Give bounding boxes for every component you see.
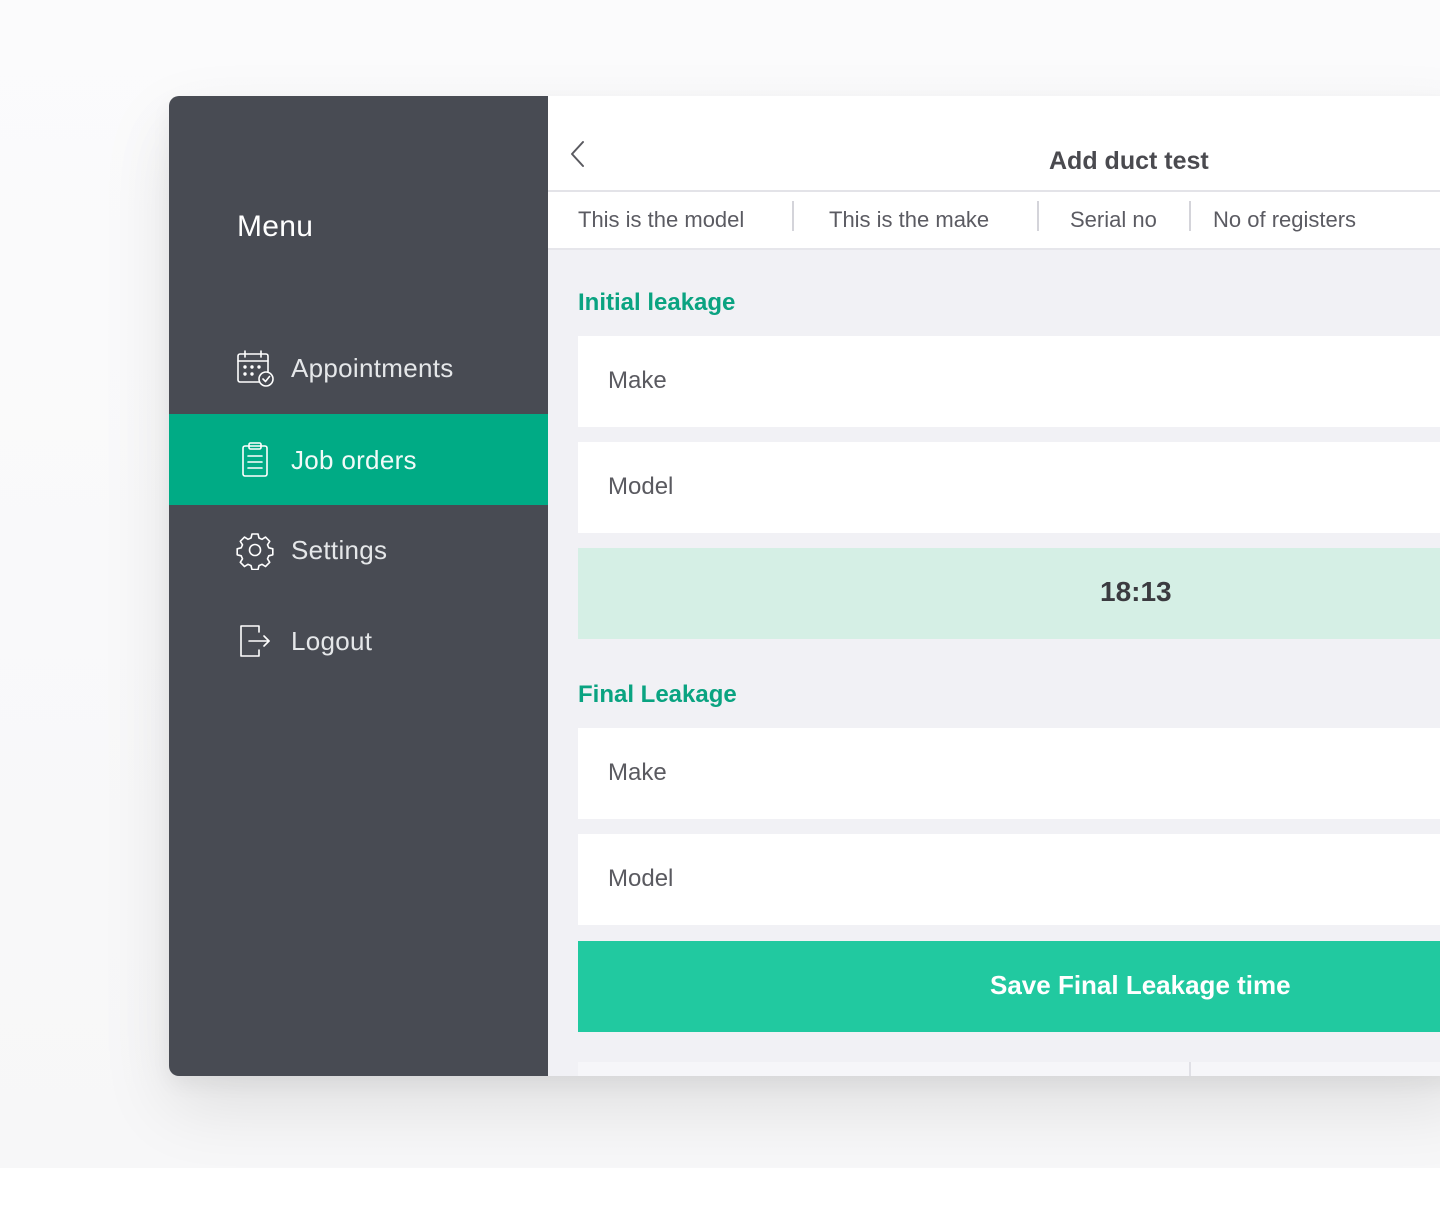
- final-model-field[interactable]: Model: [578, 834, 1440, 925]
- sidebar-item-label: Settings: [291, 534, 388, 565]
- sidebar-item-label: Logout: [291, 625, 373, 656]
- sidebar-item-job-orders[interactable]: Job orders: [169, 414, 548, 505]
- info-divider: [792, 201, 794, 231]
- logout-icon: [235, 621, 275, 661]
- sidebar-title: Menu: [237, 210, 314, 243]
- sidebar-item-logout[interactable]: Logout: [169, 595, 548, 686]
- info-serial: Serial no: [1070, 207, 1157, 232]
- info-divider: [1037, 201, 1039, 231]
- info-registers: No of registers: [1213, 207, 1357, 232]
- info-model: This is the model: [578, 207, 745, 232]
- final-leakage-heading: Final Leakage: [578, 681, 737, 708]
- page-footer-background: [0, 1168, 1440, 1220]
- clipboard-icon: [235, 440, 275, 480]
- info-make: This is the make: [829, 207, 990, 232]
- unit-info-bar: This is the model This is the make Seria…: [548, 192, 1440, 250]
- sidebar-item-appointments[interactable]: Appointments: [169, 322, 548, 413]
- info-divider: [1189, 201, 1191, 231]
- save-final-leakage-button[interactable]: Save Final Leakage time: [578, 941, 1440, 1032]
- main-panel: Add duct test This is the model This is …: [548, 96, 1440, 1076]
- field-label: Make: [608, 367, 667, 394]
- gear-icon: [235, 530, 275, 570]
- chevron-left-icon: [569, 139, 587, 174]
- calendar-check-icon: [235, 348, 275, 388]
- sidebar-item-label: Job orders: [291, 444, 417, 475]
- field-label: Model: [608, 473, 674, 500]
- row-divider: [1189, 1062, 1191, 1076]
- timer-value: 18:13: [1100, 576, 1172, 607]
- sidebar-item-label: Appointments: [291, 352, 454, 383]
- app-window: Menu Appointments Job orders Settings Lo…: [169, 96, 1440, 1076]
- field-label: Model: [608, 865, 674, 892]
- header-bar: Add duct test: [548, 96, 1440, 192]
- initial-make-field[interactable]: Make: [578, 336, 1440, 427]
- sidebar: Menu Appointments Job orders Settings Lo…: [169, 96, 548, 1076]
- sidebar-item-settings[interactable]: Settings: [169, 504, 548, 595]
- next-row-partial: [578, 1062, 1440, 1076]
- back-button[interactable]: [564, 138, 592, 174]
- save-button-label: Save Final Leakage time: [990, 970, 1291, 1000]
- initial-model-field[interactable]: Model: [578, 442, 1440, 533]
- field-label: Make: [608, 759, 667, 786]
- final-make-field[interactable]: Make: [578, 728, 1440, 819]
- leakage-timer: 18:13: [578, 548, 1440, 639]
- initial-leakage-heading: Initial leakage: [578, 289, 736, 316]
- page-title: Add duct test: [1049, 147, 1209, 175]
